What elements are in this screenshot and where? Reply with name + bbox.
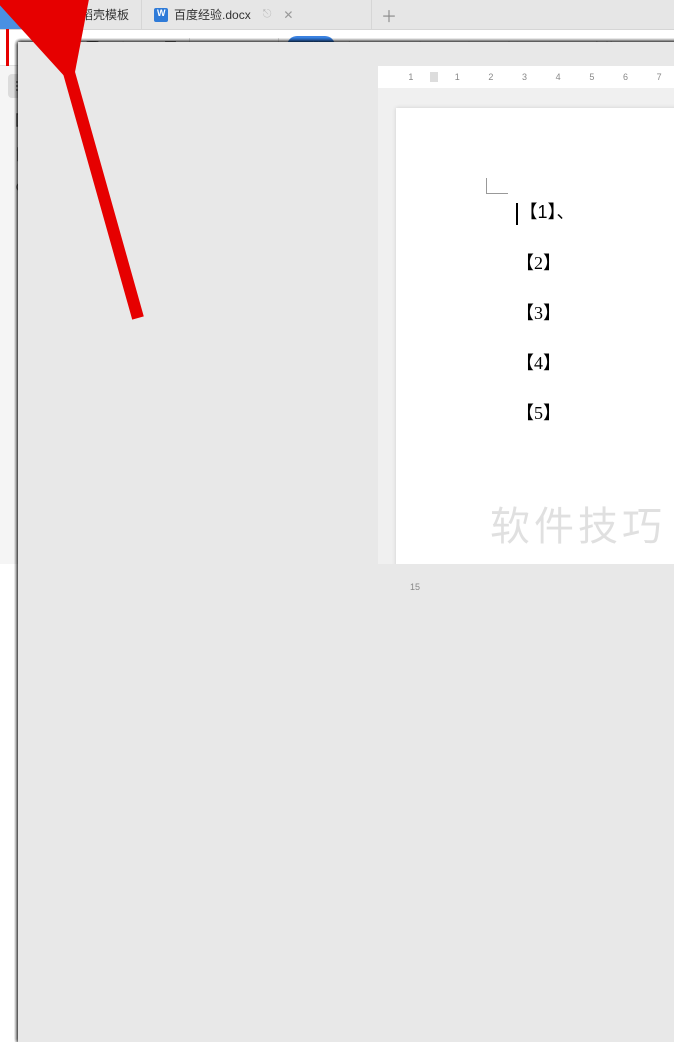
ruler-tick: 3 xyxy=(510,72,540,82)
document-page[interactable]: 【1】、 【2】 【3】 【4】 【5】 xyxy=(396,108,674,564)
ruler-tick: 2 xyxy=(476,72,506,82)
close-tab-icon[interactable]: ✕ xyxy=(283,8,293,22)
pin-icon[interactable]: ⎋ xyxy=(263,8,272,21)
ruler-tick: 1 xyxy=(396,72,426,82)
ruler-tick: 6 xyxy=(611,72,641,82)
tab-templates-label: 稻壳模板 xyxy=(81,6,129,23)
doc-line[interactable]: 【5】 xyxy=(516,399,674,425)
tab-bar: 首页 稻壳模板 百度经验.docx ⎋ ✕ ＋ xyxy=(0,0,674,30)
new-tab-button[interactable]: ＋ xyxy=(372,0,406,29)
margin-corner xyxy=(486,178,508,194)
tab-document[interactable]: 百度经验.docx ⎋ ✕ xyxy=(142,0,372,29)
doc-line[interactable]: 【1】、 xyxy=(516,198,674,225)
doc-line[interactable]: 【3】 xyxy=(516,299,674,325)
tab-templates[interactable]: 稻壳模板 xyxy=(49,0,142,29)
indent-marker[interactable] xyxy=(430,72,439,82)
ruler-tick: 7 xyxy=(644,72,674,82)
tab-home-label: 首页 xyxy=(12,6,36,23)
vertical-ruler: 3 2 1 123456789101112131415 xyxy=(356,66,378,564)
ruler-tick: 4 xyxy=(543,72,573,82)
horizontal-ruler: 1 1 2 3 4 5 6 7 xyxy=(378,66,674,88)
document-area: 1 1 2 3 4 5 6 7 【1】、 【2】 【3】 【4】 【5】 软件技… xyxy=(378,66,674,564)
doc-text: 【1】、 xyxy=(520,202,575,222)
doc-line[interactable]: 【4】 xyxy=(516,349,674,375)
tab-document-label: 百度经验.docx xyxy=(174,6,251,23)
doc-line[interactable]: 【2】 xyxy=(516,249,674,275)
text-cursor xyxy=(516,203,518,225)
ruler-tick: 1 xyxy=(442,72,472,82)
word-doc-icon xyxy=(154,8,168,22)
templates-icon xyxy=(61,8,75,22)
tab-home[interactable]: 首页 xyxy=(0,0,49,29)
ruler-tick: 5 xyxy=(577,72,607,82)
body-area: 目录 ✕ ✓ ⊞ ⊟ 智能识别目录 3 2 1 1234567891011121… xyxy=(0,66,674,564)
